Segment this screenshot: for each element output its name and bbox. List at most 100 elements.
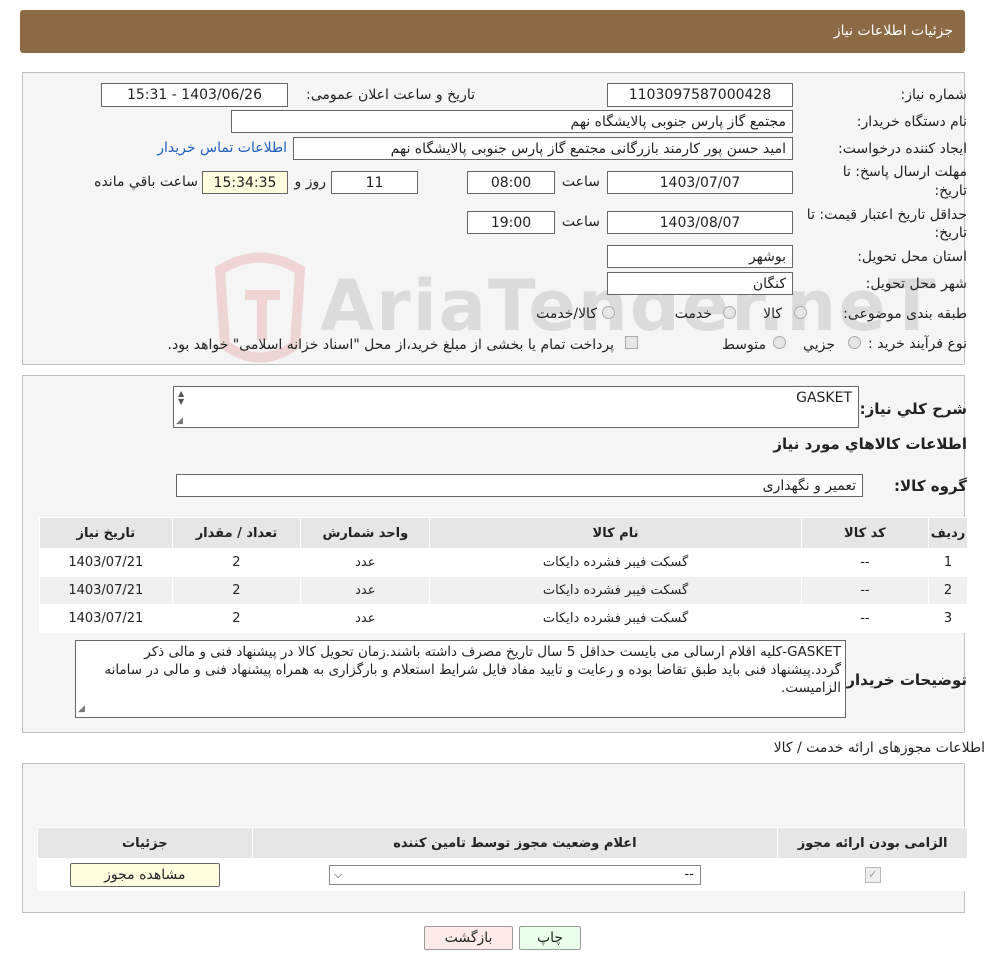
creator-label: ایجاد کننده درخواست: <box>838 141 967 157</box>
resize-grip-icon[interactable]: ◢ <box>78 704 85 714</box>
creator-field: امید حسن پور کارمند بازرگانی مجتمع گاز پ… <box>293 137 793 160</box>
cell-date: 1403/07/21 <box>39 604 173 633</box>
print-button[interactable]: چاپ <box>519 926 581 950</box>
deadline-label: مهلت ارسال پاسخ: تا <box>842 164 967 180</box>
goods-table-wrap: رديف كد كالا نام كالا واحد شمارش تعداد /… <box>39 517 968 633</box>
table-row: ✓ -- ⌵ مشاهده مجوز <box>37 858 968 891</box>
process-radio-medium[interactable] <box>773 336 786 349</box>
goods-table-header: رديف كد كالا نام كالا واحد شمارش تعداد /… <box>39 517 968 549</box>
group-label: گروه کالا: <box>894 477 967 495</box>
days-remaining-field: 11 <box>331 171 418 194</box>
validity-time-field: 19:00 <box>467 211 555 234</box>
remaining-time-field: 15:34:35 <box>202 171 288 194</box>
process-radio-minor[interactable] <box>848 336 861 349</box>
permits-table-header: الزامی بودن ارائه مجوز اعلام وضعیت مجوز … <box>37 827 968 859</box>
permit-status-value: -- <box>684 866 694 882</box>
permits-table: الزامی بودن ارائه مجوز اعلام وضعیت مجوز … <box>37 827 968 891</box>
col-code: كد كالا <box>800 517 930 549</box>
cell-unit: عدد <box>300 604 431 633</box>
col-name: نام كالا <box>429 517 802 549</box>
summary-label: شرح كلي نياز: <box>859 400 967 418</box>
deadline-time-field: 08:00 <box>467 171 555 194</box>
buyer-org-label: نام دستگاه خریدار: <box>856 114 967 130</box>
resize-grip-icon[interactable]: ◢ <box>176 416 183 426</box>
validity-label-2: تاریخ: <box>934 225 967 241</box>
process-option-minor: جزیي <box>803 337 835 353</box>
permit-status-select[interactable]: -- ⌵ <box>328 864 701 885</box>
col-unit: واحد شمارش <box>300 517 431 549</box>
city-field: کنگان <box>607 272 793 295</box>
cell-date: 1403/07/21 <box>39 548 173 577</box>
back-button[interactable]: بازگشت <box>424 926 513 950</box>
treasury-note: پرداخت تمام یا بخشی از مبلغ خرید،از محل … <box>167 337 614 353</box>
permits-heading: اطلاعات مجوزهای ارائه خدمت / کالا <box>773 740 985 756</box>
province-field: بوشهر <box>607 245 793 268</box>
page-title: جزئیات اطلاعات نیاز <box>833 23 953 39</box>
category-option-goods: کالا <box>763 306 782 322</box>
cell-permit-details: مشاهده مجوز <box>37 858 253 891</box>
province-label: استان محل تحویل: <box>857 249 967 265</box>
cell-qty: 2 <box>171 576 302 605</box>
col-date: تاريخ نياز <box>39 517 173 549</box>
cell-row: 3 <box>928 604 968 633</box>
col-permit-status: اعلام وضعیت مجوز توسط تامین کننده <box>251 827 779 859</box>
announce-field: 1403/06/26 - 15:31 <box>101 83 288 107</box>
process-label: نوع فرآیند خرید : <box>868 336 967 352</box>
cell-row: 2 <box>928 576 968 605</box>
col-permit-required: الزامی بودن ارائه مجوز <box>777 827 968 859</box>
permits-table-wrap: الزامی بودن ارائه مجوز اعلام وضعیت مجوز … <box>37 827 968 891</box>
page-header: جزئیات اطلاعات نیاز <box>20 10 965 53</box>
need-number-label: شماره نیاز: <box>900 87 968 103</box>
summary-textarea[interactable]: GASKET <box>173 386 859 428</box>
cell-code: -- <box>800 604 930 633</box>
deadline-date-field: 1403/07/07 <box>607 171 793 194</box>
deadline-label-2: تاریخ: <box>934 183 967 199</box>
category-radio-goods-service[interactable] <box>602 306 615 319</box>
view-permit-button[interactable]: مشاهده مجوز <box>69 862 220 887</box>
cell-date: 1403/07/21 <box>39 576 173 605</box>
process-option-medium: متوسط <box>722 337 766 353</box>
need-number-field: 1103097587000428 <box>607 83 793 107</box>
announce-label: تاریخ و ساعت اعلان عمومی: <box>306 87 475 103</box>
chevron-down-icon: ⌵ <box>333 867 343 881</box>
cell-permit-status: -- ⌵ <box>251 858 779 891</box>
cell-name: گسکت فیبر فشرده دایکات <box>429 604 802 633</box>
category-option-service: خدمت <box>674 306 712 322</box>
cell-permit-required: ✓ <box>777 858 968 891</box>
col-qty: تعداد / مقدار <box>171 517 302 549</box>
category-radio-goods[interactable] <box>794 306 807 319</box>
goods-heading: اطلاعات كالاهاي مورد نياز <box>773 435 967 453</box>
validity-time-label: ساعت <box>561 214 600 230</box>
treasury-checkbox[interactable] <box>625 336 638 349</box>
cell-code: -- <box>800 548 930 577</box>
cell-code: -- <box>800 576 930 605</box>
cell-name: گسکت فیبر فشرده دایکات <box>429 548 802 577</box>
table-row: 2 -- گسکت فیبر فشرده دایکات عدد 2 1403/0… <box>39 576 968 605</box>
buyer-notes-textarea[interactable]: GASKET-کلیه اقلام ارسالی می بایست حداقل … <box>75 640 846 718</box>
buyer-org-field: مجتمع گاز پارس جنوبی پالایشگاه نهم <box>231 110 793 133</box>
buyer-contact-link[interactable]: اطلاعات تماس خریدار <box>157 140 287 156</box>
scroll-arrows-icon[interactable]: ▲ ▼ <box>178 390 184 406</box>
table-row: 1 -- گسکت فیبر فشرده دایکات عدد 2 1403/0… <box>39 548 968 577</box>
col-row: رديف <box>928 517 968 549</box>
category-option-goods-service: کالا/خدمت <box>536 306 597 322</box>
cell-unit: عدد <box>300 548 431 577</box>
category-radio-service[interactable] <box>723 306 736 319</box>
validity-date-field: 1403/08/07 <box>607 211 793 234</box>
buyer-notes-label: توضیحات خریدار: <box>840 671 967 689</box>
cell-unit: عدد <box>300 576 431 605</box>
remaining-label: ساعت باقي مانده <box>94 174 198 190</box>
group-field: تعمیر و نگهداری <box>176 474 863 497</box>
validity-label: حداقل تاریخ اعتبار قیمت: تا <box>806 207 967 223</box>
days-label: روز و <box>294 174 327 190</box>
cell-qty: 2 <box>171 604 302 633</box>
category-label: طبقه بندی موضوعی: <box>843 306 967 322</box>
goods-table: رديف كد كالا نام كالا واحد شمارش تعداد /… <box>39 517 968 633</box>
cell-name: گسکت فیبر فشرده دایکات <box>429 576 802 605</box>
deadline-time-label: ساعت <box>561 174 600 190</box>
city-label: شهر محل تحویل: <box>865 276 967 292</box>
permit-required-checkbox: ✓ <box>864 866 881 883</box>
cell-row: 1 <box>928 548 968 577</box>
table-row: 3 -- گسکت فیبر فشرده دایکات عدد 2 1403/0… <box>39 604 968 633</box>
col-permit-details: جزئیات <box>37 827 253 859</box>
